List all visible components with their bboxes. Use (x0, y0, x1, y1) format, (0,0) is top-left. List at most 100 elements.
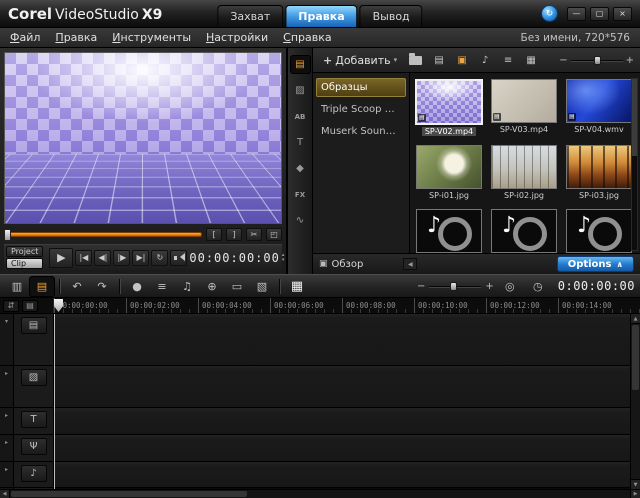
chapter-cue-icon[interactable]: ▦ (285, 277, 309, 296)
scrollbar-track[interactable] (10, 490, 630, 498)
timeline-vertical-scrollbar[interactable]: ▲ ▼ (630, 314, 640, 489)
home-button[interactable]: |◀ (75, 250, 92, 266)
library-vertical-scrollbar[interactable] (631, 78, 638, 251)
auto-music-icon[interactable]: ♫ (175, 277, 199, 296)
timeline-zoom-in-icon[interactable]: + (485, 281, 493, 292)
video-track-lane[interactable] (54, 314, 630, 366)
menu-help[interactable]: Справка (283, 31, 331, 44)
folder-triple-scoop[interactable]: Triple Scoop Music (316, 100, 406, 119)
enlarge-preview-icon[interactable]: ◰ (266, 228, 282, 241)
tab-capture[interactable]: Захват (217, 5, 283, 27)
timecode-down-icon[interactable]: ▾ (282, 258, 285, 263)
scroll-left-icon[interactable]: ◀ (0, 490, 10, 498)
collapse-music-track-icon[interactable]: ▸ (0, 462, 13, 488)
video-track-icon[interactable]: ▤ (21, 317, 47, 334)
library-item[interactable]: ▤ SP-V03.mp4 (490, 79, 558, 136)
slider-knob[interactable] (450, 282, 457, 291)
overlay-track-icon[interactable]: ▧ (21, 369, 47, 386)
library-tab-instant-project-icon[interactable]: ▨ (291, 82, 310, 99)
volume-button[interactable] (170, 250, 187, 266)
library-item[interactable]: ▤ SP-V02.mp4 (415, 79, 483, 136)
timeline-zoom-out-icon[interactable]: − (417, 281, 425, 292)
previous-frame-button[interactable]: ◀| (94, 250, 111, 266)
update-icon[interactable]: ↻ (541, 5, 558, 22)
zoom-out-icon[interactable]: − (559, 55, 567, 66)
voice-track-icon[interactable]: Ψ (21, 438, 47, 455)
end-button[interactable]: ▶| (132, 250, 149, 266)
thumbnail-zoom-slider[interactable] (571, 55, 623, 66)
scrollbar-thumb[interactable] (11, 491, 247, 497)
repeat-button[interactable]: ↻ (151, 250, 168, 266)
music-track-icon[interactable]: ♪ (21, 465, 47, 482)
music-track-lane[interactable] (54, 462, 630, 488)
collapse-title-track-icon[interactable]: ▸ (0, 408, 13, 435)
motion-tracking-icon[interactable]: ⊕ (200, 277, 224, 296)
project-mode-button[interactable]: Project (6, 246, 43, 257)
library-item[interactable]: ♪ (490, 209, 558, 253)
project-duration-icon[interactable]: ◷ (526, 277, 550, 296)
title-track-icon[interactable]: T (21, 411, 47, 428)
title-track-lane[interactable] (54, 408, 630, 435)
voice-track-lane[interactable] (54, 435, 630, 462)
browse-button[interactable]: ▣ Обзор (319, 259, 363, 270)
timeline-horizontal-scrollbar[interactable]: ◀ ▶ (0, 489, 640, 498)
seek-handle[interactable] (4, 229, 11, 241)
timeline-zoom-slider[interactable] (429, 281, 481, 292)
library-tab-filter-icon[interactable]: FX (291, 186, 310, 203)
zoom-in-icon[interactable]: + (626, 55, 634, 66)
seek-bar[interactable] (4, 232, 202, 237)
scrollbar-thumb[interactable] (632, 325, 639, 390)
library-tab-motion-icon[interactable]: ∿ (291, 212, 310, 229)
overlay-track-lane[interactable] (54, 366, 630, 408)
timeline-view-icon[interactable]: ▤ (30, 277, 54, 296)
menu-edit[interactable]: Правка (55, 31, 97, 44)
import-folder-icon[interactable] (409, 56, 422, 65)
collapse-video-track-icon[interactable]: ▾ (0, 314, 13, 366)
tab-share[interactable]: Вывод (360, 5, 423, 27)
scroll-down-icon[interactable]: ▼ (631, 479, 640, 489)
audio-filter-icon[interactable]: ♪ (476, 52, 494, 68)
menu-settings[interactable]: Настройки (206, 31, 268, 44)
next-frame-button[interactable]: |▶ (113, 250, 130, 266)
library-item[interactable]: SP-i03.jpg (565, 145, 633, 200)
timeline-ruler[interactable]: 00:00:00:00 00:00:02:00 00:00:04:00 00:0… (54, 298, 640, 313)
ruler-options-icon[interactable]: ▤ (22, 300, 38, 312)
swap-tracks-icon[interactable]: ⇵ (3, 300, 19, 312)
maximize-button[interactable]: ▢ (590, 7, 609, 21)
minimize-button[interactable]: — (567, 7, 586, 21)
video-filter-icon[interactable]: ▤ (430, 52, 448, 68)
library-tab-title-icon[interactable]: T (291, 134, 310, 151)
collapse-voice-track-icon[interactable]: ▸ (0, 435, 13, 462)
library-tab-transition-icon[interactable]: AB (291, 108, 310, 125)
menu-tools[interactable]: Инструменты (112, 31, 191, 44)
slider-knob[interactable] (594, 56, 601, 65)
add-media-button[interactable]: + Добавить ▾ (319, 53, 401, 68)
split-clip-icon[interactable]: ✂ (246, 228, 262, 241)
library-item[interactable]: SP-i01.jpg (415, 145, 483, 200)
track-manager-icon[interactable]: ▧ (250, 277, 274, 296)
photo-filter-icon[interactable]: ▣ (453, 52, 471, 68)
library-item[interactable]: ♪ (565, 209, 633, 253)
close-button[interactable]: × (613, 7, 632, 21)
library-item[interactable]: ▤ SP-V04.wmv (565, 79, 633, 136)
scrollbar-track[interactable] (631, 324, 640, 479)
options-button[interactable]: Options ∧ (557, 256, 634, 272)
grid-view-icon[interactable]: ▦ (522, 52, 540, 68)
subtitle-editor-icon[interactable]: ▭ (225, 277, 249, 296)
folder-samples[interactable]: Образцы (316, 78, 406, 97)
clip-mode-button[interactable]: Clip (6, 258, 43, 269)
library-tab-media-icon[interactable]: ▤ (291, 56, 310, 73)
library-tab-graphic-icon[interactable]: ◆ (291, 160, 310, 177)
record-capture-icon[interactable]: ● (125, 277, 149, 296)
playhead-line[interactable] (54, 314, 55, 489)
scrollbar-thumb[interactable] (632, 79, 637, 156)
collapse-overlay-track-icon[interactable]: ▸ (0, 366, 13, 408)
undo-icon[interactable]: ↶ (65, 277, 89, 296)
fit-project-icon[interactable]: ◎ (498, 277, 522, 296)
folder-muserk[interactable]: Muserk Sound Effect (316, 122, 406, 141)
scroll-right-icon[interactable]: ▶ (630, 490, 640, 498)
storyboard-view-icon[interactable]: ▥ (5, 277, 29, 296)
play-button[interactable]: ▶ (49, 248, 73, 268)
list-view-icon[interactable]: ≡ (499, 52, 517, 68)
scroll-up-icon[interactable]: ▲ (631, 314, 640, 324)
